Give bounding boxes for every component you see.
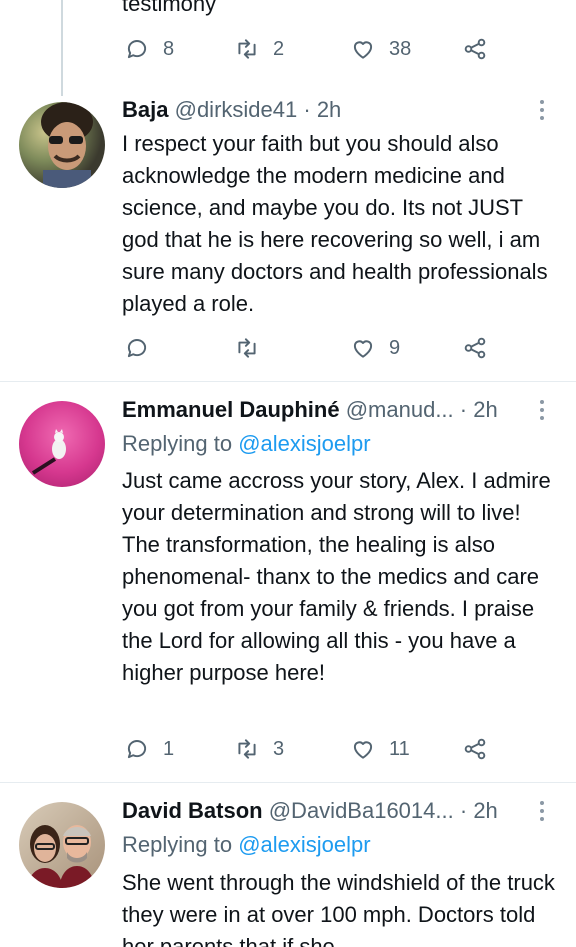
reply-count: 8	[163, 38, 175, 60]
reply-button[interactable]: 8	[124, 36, 174, 62]
heart-icon	[353, 41, 373, 59]
retweet-count: 3	[273, 738, 285, 760]
reply-button[interactable]: 1	[124, 736, 174, 762]
tweet-actions: 1 3 11	[122, 736, 562, 766]
replying-to-handle[interactable]: @alexisjoelpr	[238, 431, 370, 456]
separator-dot: ·	[459, 397, 468, 422]
reply-icon	[127, 339, 147, 358]
like-button[interactable]: 11	[350, 736, 410, 762]
share-button[interactable]	[462, 736, 488, 762]
reply-icon	[127, 40, 147, 59]
tweet-divider	[0, 381, 576, 382]
retweet-icon	[238, 39, 256, 59]
heart-icon	[353, 741, 373, 759]
more-options-icon[interactable]	[540, 100, 546, 120]
tweet-divider	[0, 782, 576, 783]
user-handle[interactable]: @manud...	[346, 397, 454, 422]
heart-icon	[353, 340, 373, 358]
more-options-icon[interactable]	[540, 400, 546, 420]
timestamp[interactable]: 2h	[473, 798, 497, 823]
retweet-icon	[238, 739, 256, 759]
user-handle[interactable]: @DavidBa16014...	[269, 798, 454, 823]
reply-icon	[127, 740, 147, 759]
retweet-button[interactable]	[234, 335, 273, 361]
display-name[interactable]: Emmanuel Dauphiné	[122, 397, 340, 422]
like-count: 38	[389, 38, 412, 60]
like-count: 9	[389, 337, 401, 359]
retweet-icon	[238, 338, 256, 358]
reply-button[interactable]	[124, 335, 163, 361]
share-icon	[464, 38, 486, 60]
previous-tweet-text: testimony	[122, 0, 217, 16]
more-options-icon[interactable]	[540, 801, 546, 821]
retweet-button[interactable]: 2	[234, 36, 284, 62]
like-button[interactable]: 38	[350, 36, 411, 62]
replying-to-label: Replying to	[122, 832, 233, 857]
tweet-header: Emmanuel Dauphiné @manud... · 2h	[122, 396, 536, 424]
separator-dot: ·	[303, 97, 311, 122]
replying-to: Replying to @alexisjoelpr	[122, 430, 371, 458]
replying-to-handle[interactable]: @alexisjoelpr	[238, 832, 370, 857]
replying-to-label: Replying to	[122, 431, 233, 456]
share-icon	[464, 738, 486, 760]
avatar[interactable]	[19, 802, 105, 888]
retweet-button[interactable]: 3	[234, 736, 284, 762]
timestamp[interactable]: 2h	[473, 397, 497, 422]
avatar[interactable]	[19, 401, 105, 487]
share-button[interactable]	[462, 36, 488, 62]
replying-to: Replying to @alexisjoelpr	[122, 831, 371, 859]
tweet-header: Baja @dirkside41 · 2h	[122, 96, 536, 124]
timestamp[interactable]: 2h	[317, 97, 341, 122]
avatar[interactable]	[19, 102, 105, 188]
display-name[interactable]: David Batson	[122, 798, 263, 823]
share-button[interactable]	[462, 335, 488, 361]
like-button[interactable]: 9	[350, 335, 400, 361]
avatar-photo	[41, 102, 93, 188]
retweet-count: 2	[273, 38, 285, 60]
like-count: 11	[389, 738, 410, 760]
avatar-photo	[31, 429, 66, 475]
user-handle[interactable]: @dirkside41	[175, 97, 298, 122]
reply-count: 1	[163, 738, 175, 760]
display-name[interactable]: Baja	[122, 97, 168, 122]
avatar-photo	[27, 825, 95, 888]
tweet-header: David Batson @DavidBa16014... · 2h	[122, 797, 536, 825]
tweet-actions: 9	[122, 335, 562, 365]
thread-connector-line	[61, 0, 63, 96]
tweet-text: I respect your faith but you should also…	[122, 131, 548, 316]
share-icon	[464, 337, 486, 359]
separator-dot: ·	[459, 798, 468, 823]
tweet-text: She went through the windshield of the t…	[122, 870, 555, 947]
previous-tweet-actions: 8 2 38	[122, 36, 562, 66]
tweet-text: Just came accross your story, Alex. I ad…	[122, 468, 551, 685]
